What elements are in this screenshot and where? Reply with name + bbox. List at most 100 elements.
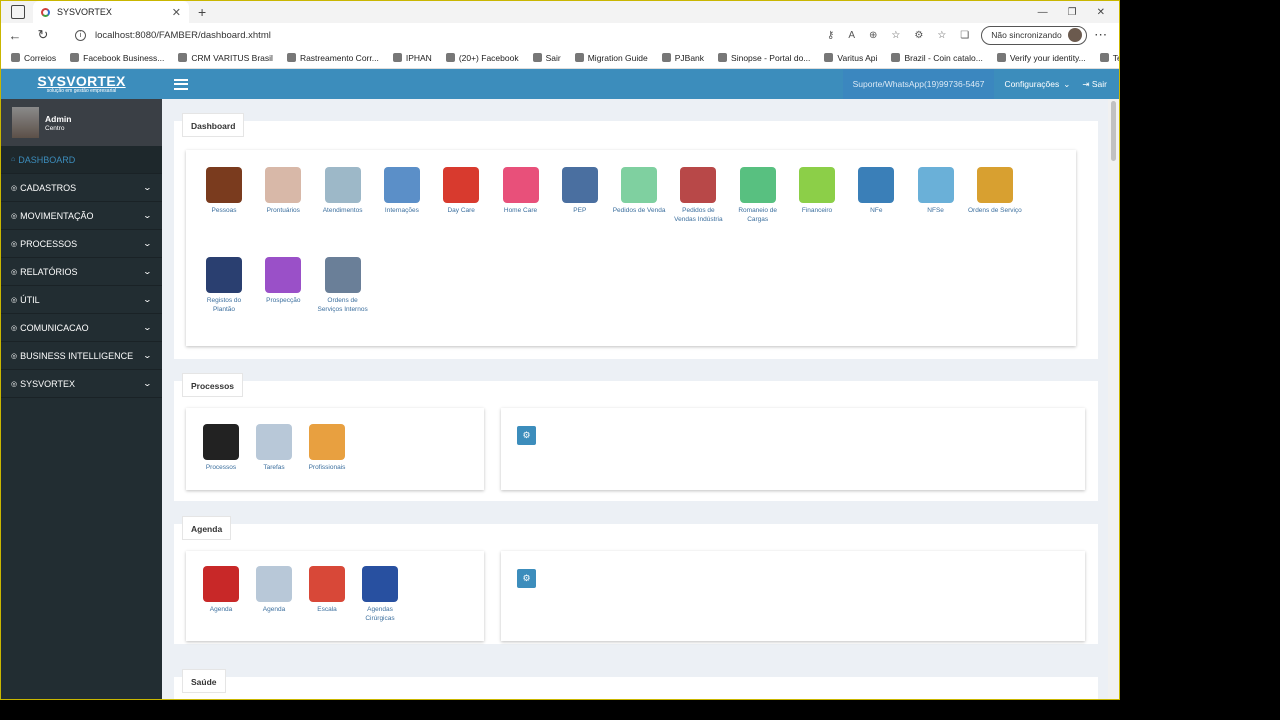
new-tab-icon[interactable]: +	[198, 4, 206, 20]
tile-pessoas[interactable]: Pessoas	[197, 167, 251, 215]
sidebar-item-sysvortex[interactable]: ◎ SYSVORTEX ⌄	[1, 370, 162, 398]
tile-label: Registos do Plantão	[206, 297, 242, 313]
extensions-icon[interactable]: ⚙	[914, 30, 923, 41]
bookmark-item[interactable]: IPHAN	[392, 53, 432, 63]
support-link[interactable]: Suporte/WhatsApp(19)99736-5467	[842, 69, 995, 99]
sidebar-item-label: PROCESSOS	[20, 238, 78, 249]
sidebar-item-movimenta-o[interactable]: ◎ MOVIMENTAÇÃO ⌄	[1, 202, 162, 230]
tile-atendimentos[interactable]: Atendimentos	[316, 167, 370, 215]
tile-nfse[interactable]: NFSe	[909, 167, 963, 215]
tile-prontu-rios[interactable]: Prontuários	[256, 167, 310, 215]
sidebar-item-label: BUSINESS INTELLIGENCE	[20, 350, 134, 361]
chevron-down-icon: ⌄	[142, 267, 153, 276]
tile-icon	[561, 167, 598, 203]
collections-icon[interactable]: ❏	[960, 30, 969, 41]
minimize-icon[interactable]: —	[1038, 7, 1048, 18]
logo[interactable]: SYSVORTEX solução em gestão empresarial	[1, 69, 162, 99]
tile-icon	[309, 566, 345, 602]
scrollbar-thumb[interactable]	[1111, 101, 1116, 161]
bookmark-item[interactable]: Sair	[532, 53, 561, 63]
tile-processos[interactable]: Processos	[194, 424, 248, 472]
bookmark-icon	[286, 53, 296, 62]
tile-escala[interactable]: Escala	[300, 566, 354, 614]
tile-agenda[interactable]: Agenda	[194, 566, 248, 614]
bookmark-item[interactable]: Correios	[11, 53, 56, 63]
chevron-down-icon: ⌄	[142, 351, 153, 360]
url-field[interactable]: i localhost:8080/FAMBER/dashboard.xhtml	[65, 25, 815, 45]
tile-day-care[interactable]: Day Care	[434, 167, 488, 215]
sidebar-item-cadastros[interactable]: ◎ CADASTROS ⌄	[1, 174, 162, 202]
bookmark-label: Facebook Business...	[83, 52, 165, 63]
tab-actions-icon[interactable]	[11, 5, 25, 19]
back-icon[interactable]: ←	[1, 28, 29, 43]
bookmark-item[interactable]: Brazil - Coin catalo...	[891, 53, 983, 63]
saude-panel: Saúde	[174, 669, 1098, 699]
bookmark-icon	[718, 53, 728, 62]
tile-pedidos-de-vendas-ind-stria[interactable]: Pedidos de Vendas Indústria	[671, 167, 725, 224]
tile-agendas-cir-rgicas[interactable]: Agendas Cirúrgicas	[353, 566, 407, 623]
bookmark-icon	[1099, 53, 1109, 62]
tile-tarefas[interactable]: Tarefas	[247, 424, 301, 472]
sidebar-item-business-intelligence[interactable]: ◎ BUSINESS INTELLIGENCE ⌄	[1, 342, 162, 370]
zoom-icon[interactable]: ⊕	[869, 30, 877, 41]
favorite-add-icon[interactable]: ☆	[891, 30, 900, 41]
bookmark-label: Migration Guide	[587, 52, 648, 63]
tile-pedidos-de-venda[interactable]: Pedidos de Venda	[612, 167, 666, 215]
config-menu[interactable]: Configurações ⌄	[1004, 79, 1070, 90]
sync-button[interactable]: Não sincronizando	[981, 25, 1087, 45]
bookmark-icon	[11, 53, 20, 62]
section-title: Saúde	[182, 669, 226, 693]
browser-tab[interactable]: SYSVORTEX ✕	[33, 1, 189, 23]
tile-interna-es[interactable]: Internações	[375, 167, 429, 215]
bookmark-item[interactable]: Facebook Business...	[70, 53, 164, 63]
cogs-icon[interactable]: ⚙	[517, 569, 536, 588]
sidebar-item-comunicacao[interactable]: ◎ COMUNICACAO ⌄	[1, 314, 162, 342]
bookmark-item[interactable]: Rastreamento Corr...	[286, 53, 379, 63]
sidebar-item-processos[interactable]: ◎ PROCESSOS ⌄	[1, 230, 162, 258]
tile-label: Agendas Cirúrgicas	[365, 606, 395, 622]
bookmark-item[interactable]: Telegram	[1099, 53, 1119, 63]
restore-icon[interactable]: ❐	[1068, 7, 1077, 18]
bookmark-item[interactable]: Migration Guide	[574, 52, 648, 63]
menu-toggle-icon[interactable]	[174, 76, 188, 92]
tile-label: Profissionais	[308, 464, 346, 471]
close-tab-icon[interactable]: ✕	[172, 6, 181, 19]
tile-icon	[680, 167, 717, 203]
bookmark-item[interactable]: Verify your identity...	[996, 53, 1086, 63]
bookmark-item[interactable]: (20+) Facebook	[445, 53, 519, 63]
cogs-icon[interactable]: ⚙	[517, 426, 536, 445]
tile-registos-do-plant-o[interactable]: Registos do Plantão	[197, 257, 251, 314]
site-info-icon[interactable]: i	[75, 29, 86, 41]
bookmark-item[interactable]: CRM VARITUS Brasil	[178, 53, 273, 63]
tile-icon	[917, 167, 954, 203]
more-icon[interactable]: ⋯	[1087, 27, 1115, 43]
tile-romaneio-de-cargas[interactable]: Romaneio de Cargas	[731, 167, 785, 224]
tile-ordens-de-servi-o[interactable]: Ordens de Serviço	[968, 167, 1022, 215]
tile-home-care[interactable]: Home Care	[494, 167, 548, 215]
sidebar-item-dashboard[interactable]: ⌂ DASHBOARD	[1, 146, 162, 174]
scrollbar[interactable]	[1108, 99, 1119, 699]
tile-pep[interactable]: PEP	[553, 167, 607, 215]
bookmark-label: Sinopse - Portal do...	[731, 52, 811, 63]
bookmark-item[interactable]: PJBank	[661, 53, 704, 63]
logout-icon: ⇥	[1082, 78, 1090, 89]
bookmark-icon	[824, 53, 834, 62]
tile-ordens-de-servi-os-internos[interactable]: Ordens de Serviços Internos	[316, 257, 370, 314]
key-icon[interactable]: ⚷	[827, 30, 834, 41]
section-title: Dashboard	[182, 113, 245, 137]
read-aloud-icon[interactable]: A	[848, 30, 855, 41]
tile-nfe[interactable]: NFe	[849, 167, 903, 215]
tile-financeiro[interactable]: Financeiro	[790, 167, 844, 215]
bookmark-item[interactable]: Varitus Api	[824, 53, 877, 63]
favorites-icon[interactable]: ☆	[937, 30, 946, 41]
tile-label: Home Care	[503, 207, 538, 214]
tile-prospec-o[interactable]: Prospecção	[256, 257, 310, 305]
reload-icon[interactable]: ↻	[29, 27, 57, 43]
close-window-icon[interactable]: ✕	[1097, 7, 1105, 18]
tile-agenda[interactable]: Agenda	[247, 566, 301, 614]
sidebar-item--til[interactable]: ◎ ÚTIL ⌄	[1, 286, 162, 314]
tile-profissionais[interactable]: Profissionais	[300, 424, 354, 472]
sidebar-item-relat-rios[interactable]: ◎ RELATÓRIOS ⌄	[1, 258, 162, 286]
bookmark-item[interactable]: Sinopse - Portal do...	[718, 53, 810, 63]
logout-button[interactable]: ⇥ Sair	[1082, 79, 1107, 90]
